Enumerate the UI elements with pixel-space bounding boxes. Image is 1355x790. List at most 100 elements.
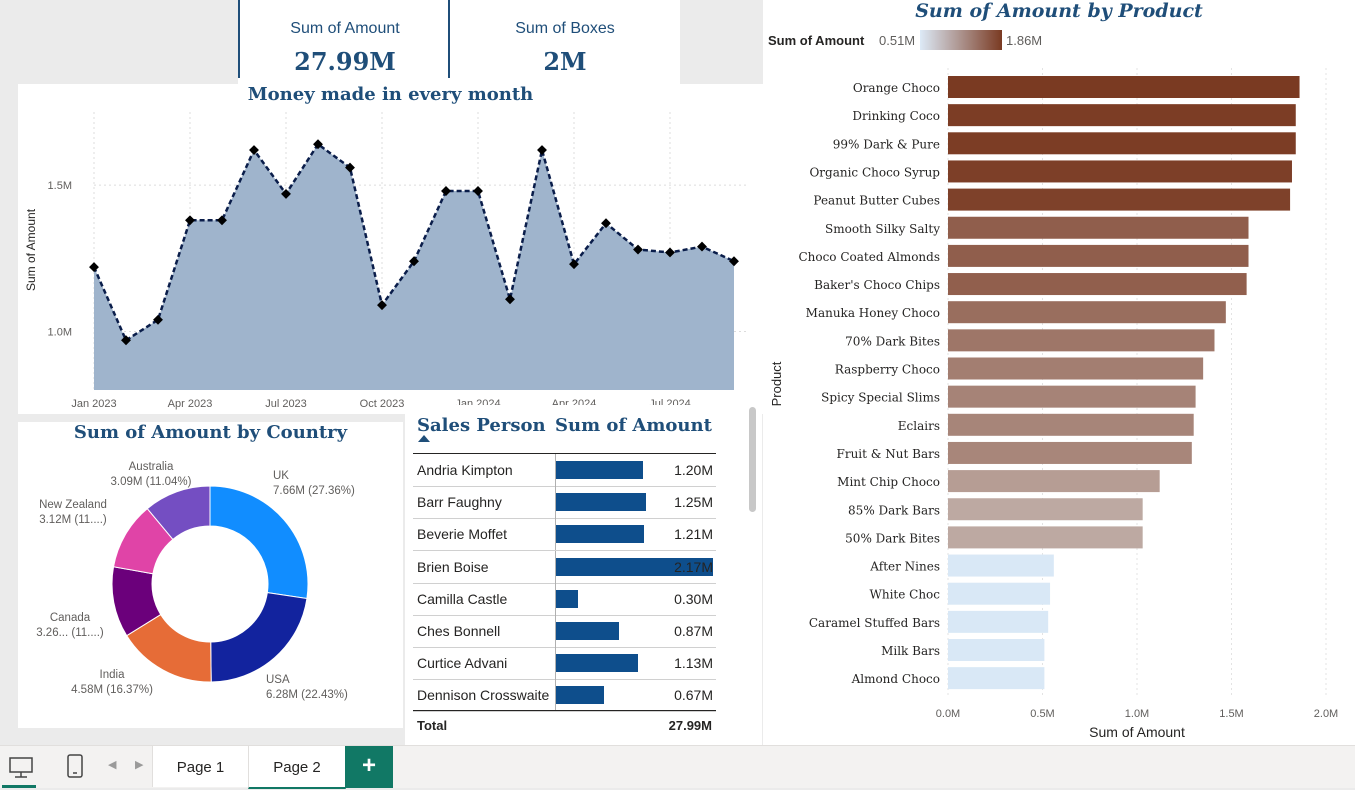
product-label: Fruit & Nut Bars <box>837 447 941 461</box>
kpi-sum-amount[interactable]: Sum of Amount 27.99M <box>238 0 450 78</box>
total-divider <box>413 710 716 711</box>
kpi-value: 2M <box>543 47 587 76</box>
prev-page-icon[interactable]: ◀ <box>108 758 116 771</box>
country-donut-chart[interactable]: Sum of Amount by Country UK 7.66M (27.36%… <box>18 422 403 728</box>
slice-name-label: Australia <box>129 461 174 473</box>
product-label: Eclairs <box>898 419 940 433</box>
table-row[interactable]: Dennison Crosswaite 0.67M <box>413 679 716 713</box>
amount-cell: 1.21M <box>555 518 717 551</box>
product-label: 50% Dark Bites <box>845 531 940 545</box>
product-label: Orange Choco <box>853 81 940 95</box>
product-bar <box>948 244 1249 267</box>
data-point <box>537 145 547 155</box>
product-bar <box>948 329 1215 352</box>
slice-value-label: 3.12M (11....) <box>39 514 107 526</box>
donut-slice <box>210 592 308 683</box>
x-tick-label: Jul 2023 <box>265 398 307 410</box>
slice-value-label: 7.66M (27.36%) <box>273 485 355 497</box>
donut-svg: UK 7.66M (27.36%) USA 6.28M (22.43%) India 4.… <box>36 461 355 701</box>
product-bar <box>948 667 1045 690</box>
x-tick-label: 2.0M <box>1314 708 1338 720</box>
product-bar <box>948 413 1194 436</box>
next-page-icon[interactable]: ▶ <box>135 758 143 771</box>
product-bar <box>948 357 1204 380</box>
area-fill <box>94 144 734 390</box>
product-bar <box>948 216 1249 239</box>
page-tabs-bar: ◀ ▶ Page 1 Page 2 + <box>0 745 1355 789</box>
sales-person-table[interactable]: Sales Person Sum of Amount Andria Kimpto… <box>405 405 762 745</box>
product-label: Peanut Butter Cubes <box>813 194 940 208</box>
product-bar <box>948 104 1296 127</box>
table-row[interactable]: Andria Kimpton 1.20M <box>413 454 716 487</box>
area-chart-svg: 1.0M 1.5M Jan 2023 Apr 2023 Jul 2023 Oct 2023… <box>24 112 746 410</box>
data-point <box>89 262 99 273</box>
product-label: 85% Dark Bars <box>848 503 940 517</box>
data-bar <box>556 654 638 673</box>
product-label: Drinking Coco <box>852 109 940 123</box>
kpi-value: 27.99M <box>294 47 396 76</box>
y-axis-label: Product <box>769 361 784 406</box>
slice-value-label: 3.09M (11.04%) <box>111 476 192 488</box>
tab-page-1[interactable]: Page 1 <box>152 746 249 787</box>
product-bar <box>948 639 1045 661</box>
product-bar <box>948 385 1196 408</box>
x-tick-label: Oct 2023 <box>360 398 405 410</box>
product-bar <box>948 132 1296 155</box>
product-label: Choco Coated Almonds <box>798 250 940 264</box>
mobile-view-icon[interactable] <box>64 753 86 781</box>
kpi-label: Sum of Amount <box>290 20 400 37</box>
amount-cell: 1.20M <box>555 454 717 486</box>
product-label: 99% Dark & Pure <box>833 137 940 151</box>
product-label: After Nines <box>869 560 940 574</box>
product-bar <box>948 273 1247 296</box>
sales-person-name: Dennison Crosswaite <box>417 687 550 704</box>
monthly-area-chart[interactable]: Money made in every month 1.0M 1.5M Jan 20… <box>18 84 763 414</box>
product-label: Mint Chip Choco <box>837 475 940 489</box>
x-tick-label: Apr 2023 <box>168 398 213 410</box>
data-bar <box>556 525 644 544</box>
add-page-button[interactable]: + <box>345 746 393 788</box>
total-value: 27.99M <box>668 718 712 733</box>
sort-ascending-icon[interactable] <box>418 435 430 442</box>
sales-person-name: Ches Bonnell <box>417 623 501 639</box>
table-row[interactable]: Barr Faughny 1.25M <box>413 486 717 520</box>
table-row[interactable]: Ches Bonnell 0.87M <box>413 615 716 648</box>
y-tick-label: 1.0M <box>48 326 72 338</box>
column-header-sum-amount[interactable]: Sum of Amount <box>555 415 712 436</box>
amount-cell: 1.13M <box>555 647 717 680</box>
slice-name-label: USA <box>266 674 290 686</box>
table-scrollbar[interactable] <box>749 407 756 512</box>
product-bar <box>948 441 1192 464</box>
table-row[interactable]: Brien Boise 2.17M <box>413 550 717 584</box>
amount-value: 1.13M <box>674 655 713 672</box>
product-label: Smooth Silky Salty <box>825 222 940 236</box>
slice-value-label: 4.58M (16.37%) <box>71 684 153 696</box>
product-label: Raspberry Choco <box>835 363 940 377</box>
product-bar <box>948 498 1143 521</box>
column-header-sales-person[interactable]: Sales Person <box>417 415 546 436</box>
table-row[interactable]: Curtice Advani 1.13M <box>413 647 717 681</box>
product-label: White Choc <box>870 588 941 602</box>
slice-name-label: Canada <box>50 612 91 624</box>
kpi-sum-boxes[interactable]: Sum of Boxes 2M <box>448 0 680 78</box>
slice-value-label: 3.26... (11....) <box>36 627 104 639</box>
table-row[interactable]: Camilla Castle 0.30M <box>413 582 716 616</box>
tab-page-2[interactable]: Page 2 <box>248 746 346 789</box>
product-bar <box>948 76 1300 98</box>
product-label: Milk Bars <box>881 644 940 658</box>
data-bar <box>556 589 578 608</box>
amount-cell: 1.25M <box>555 486 717 519</box>
product-bar <box>948 301 1226 324</box>
product-bar <box>948 188 1291 211</box>
desktop-view-icon[interactable] <box>8 755 34 781</box>
amount-cell: 2.17M <box>555 550 717 583</box>
table-row[interactable]: Beverie Moffet 1.21M <box>413 518 717 552</box>
sales-person-name: Barr Faughny <box>417 494 502 511</box>
product-label: Baker's Choco Chips <box>814 278 940 292</box>
sales-person-name: Andria Kimpton <box>417 462 513 478</box>
product-bar-chart[interactable]: Sum of Amount by Product Sum of Amount 0… <box>763 0 1355 745</box>
product-label: 70% Dark Bites <box>845 334 940 348</box>
y-axis-label: Sum of Amount <box>24 208 38 291</box>
product-bars-svg: 0.0M 0.5M 1.0M 1.5M 2.0M Orange Choco Drinking… <box>769 68 1338 740</box>
product-label: Spicy Special Slims <box>821 391 940 405</box>
